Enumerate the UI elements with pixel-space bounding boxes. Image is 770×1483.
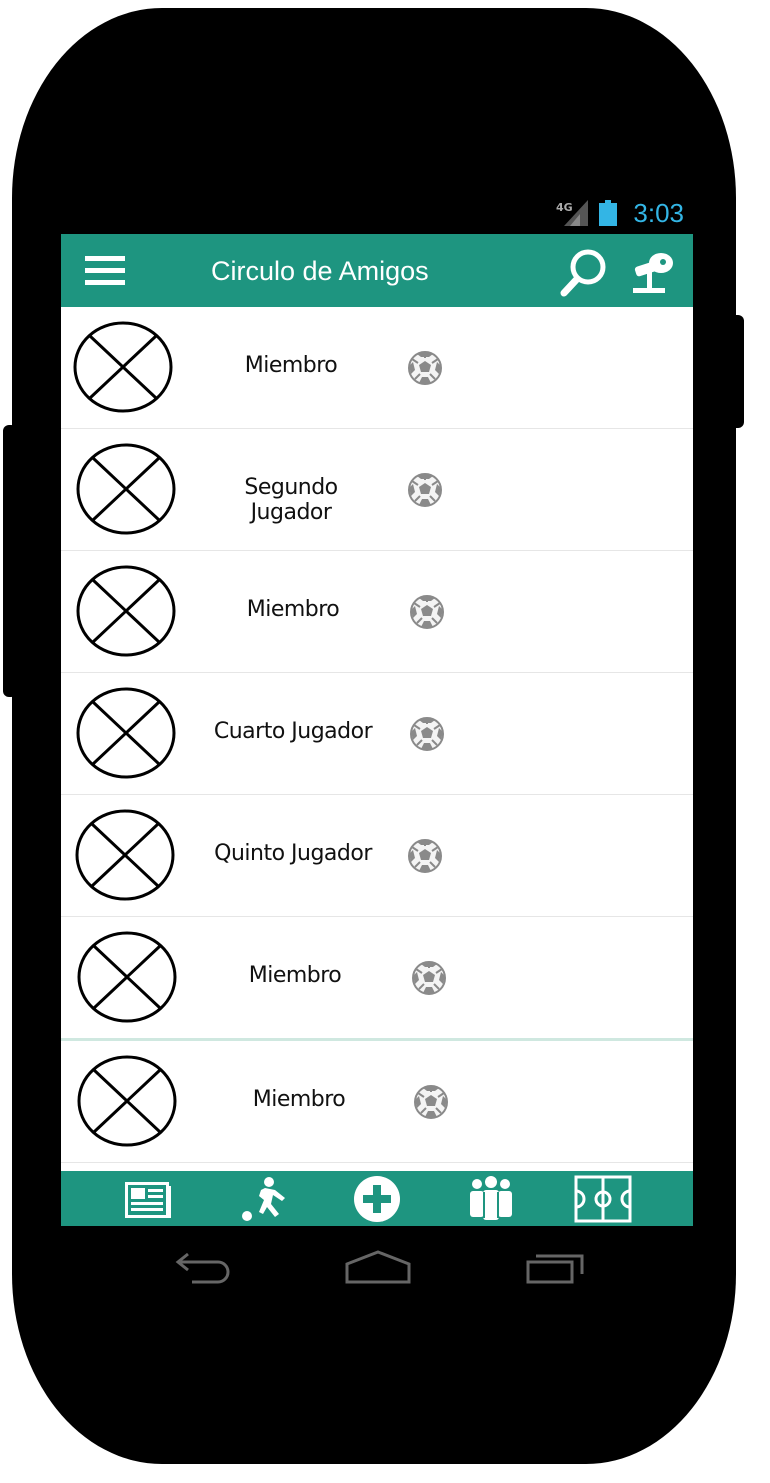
soccer-ball-icon[interactable]: [411, 960, 447, 996]
soccer-ball-icon[interactable]: [409, 716, 445, 752]
avatar-placeholder-icon: [73, 321, 173, 413]
add-circle-icon[interactable]: [349, 1174, 405, 1224]
app-bar: Circulo de Amigos: [61, 234, 693, 307]
member-row[interactable]: Miembro: [61, 551, 693, 673]
member-row[interactable]: Miembro: [61, 1041, 693, 1163]
member-name: Miembro: [246, 597, 340, 622]
soccer-ball-icon[interactable]: [407, 838, 443, 874]
home-button-icon[interactable]: [343, 1248, 413, 1288]
avatar-placeholder-icon: [75, 809, 175, 901]
soccer-field-icon[interactable]: [574, 1174, 632, 1224]
signal-4g-icon: 4G: [556, 200, 588, 226]
member-name: Quinto Jugador: [214, 841, 372, 866]
battery-icon: [599, 200, 617, 226]
whistle-icon[interactable]: [627, 248, 677, 298]
member-name: Miembro: [248, 963, 342, 988]
status-time: 3:03: [633, 198, 684, 228]
member-row[interactable]: Quinto Jugador: [61, 795, 693, 917]
soccer-ball-icon[interactable]: [409, 594, 445, 630]
app-screen: Circulo de Amigos Miembro Segundo Jugador…: [61, 234, 693, 1226]
avatar-placeholder-icon: [77, 931, 177, 1023]
soccer-ball-icon[interactable]: [413, 1084, 449, 1120]
member-name: Cuarto Jugador: [213, 719, 373, 744]
soccer-ball-icon[interactable]: [407, 472, 443, 508]
member-name: Segundo Jugador: [244, 475, 338, 525]
svg-text:4G: 4G: [556, 201, 573, 214]
side-button-left: [3, 425, 17, 697]
avatar-placeholder-icon: [77, 1055, 177, 1147]
search-icon[interactable]: [559, 248, 609, 298]
member-row[interactable]: Miembro: [61, 307, 693, 429]
soccer-ball-icon[interactable]: [407, 350, 443, 386]
member-row[interactable]: Miembro: [61, 917, 693, 1041]
back-button-icon[interactable]: [168, 1248, 238, 1288]
avatar-placeholder-icon: [76, 565, 176, 657]
side-button-right: [730, 315, 744, 428]
app-title: Circulo de Amigos: [211, 256, 429, 286]
recent-apps-button-icon[interactable]: [520, 1248, 590, 1288]
hamburger-menu-icon[interactable]: [85, 254, 125, 288]
member-row[interactable]: Segundo Jugador: [61, 429, 693, 551]
news-icon[interactable]: [119, 1174, 175, 1224]
avatar-placeholder-icon: [76, 687, 176, 779]
player-kicking-icon[interactable]: [235, 1174, 291, 1224]
member-name: Miembro: [244, 353, 338, 378]
avatar-placeholder-icon: [76, 443, 176, 535]
bottom-nav-bar: [61, 1171, 693, 1226]
member-name: Miembro: [252, 1087, 346, 1112]
member-row[interactable]: Cuarto Jugador: [61, 673, 693, 795]
member-list: Miembro Segundo Jugador Miembro Cuarto Juga…: [61, 307, 693, 1171]
team-icon[interactable]: [463, 1174, 519, 1224]
status-bar: 4G 3:03: [61, 194, 693, 234]
